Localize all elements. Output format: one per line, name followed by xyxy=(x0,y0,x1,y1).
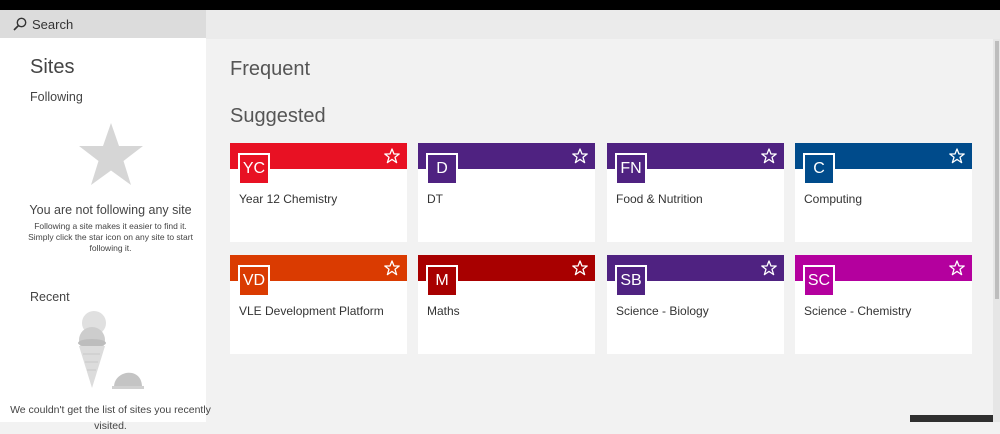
site-name[interactable]: Food & Nutrition xyxy=(616,192,703,206)
suggested-heading: Suggested xyxy=(230,105,326,127)
site-initials-badge: VD xyxy=(238,265,270,297)
recent-message: We couldn't get the list of sites you re… xyxy=(10,404,211,432)
site-tile[interactable]: C Computing xyxy=(795,143,972,242)
top-strip xyxy=(206,10,1000,39)
star-icon xyxy=(79,123,143,185)
site-tile[interactable]: M Maths xyxy=(418,255,595,354)
star-outline-icon[interactable] xyxy=(384,148,400,164)
following-empty-text: Following a site makes it easier to find… xyxy=(28,221,193,253)
sidebar: Sites Following You are not following an… xyxy=(0,38,211,432)
star-outline-icon[interactable] xyxy=(572,148,588,164)
star-outline-icon[interactable] xyxy=(949,260,965,276)
site-name[interactable]: VLE Development Platform xyxy=(239,304,384,318)
scrollbar-thumb[interactable] xyxy=(995,41,999,299)
recent-label: Recent xyxy=(30,290,70,304)
site-name[interactable]: Maths xyxy=(427,304,460,318)
site-initials-badge: C xyxy=(803,153,835,185)
site-tile[interactable]: FN Food & Nutrition xyxy=(607,143,784,242)
following-empty-title: You are not following any site xyxy=(29,203,192,217)
site-initials-badge: FN xyxy=(615,153,647,185)
site-name[interactable]: Year 12 Chemistry xyxy=(239,192,337,206)
site-name[interactable]: Science - Chemistry xyxy=(804,304,911,318)
search-label: Search xyxy=(32,16,74,32)
star-outline-icon[interactable] xyxy=(761,260,777,276)
site-tile[interactable]: VD VLE Development Platform xyxy=(230,255,407,354)
site-tile[interactable]: D DT xyxy=(418,143,595,242)
top-black-bar xyxy=(0,0,1000,10)
following-label: Following xyxy=(30,90,83,104)
star-outline-icon[interactable] xyxy=(384,260,400,276)
site-tile[interactable]: SC Science - Chemistry xyxy=(795,255,972,354)
site-initials-badge: D xyxy=(426,153,458,185)
frequent-heading: Frequent xyxy=(230,58,311,80)
site-name[interactable]: Science - Biology xyxy=(616,304,709,318)
site-initials-badge: SB xyxy=(615,265,647,297)
site-initials-badge: SC xyxy=(803,265,835,297)
site-name[interactable]: DT xyxy=(427,192,443,206)
site-initials-badge: M xyxy=(426,265,458,297)
search-box[interactable]: Search xyxy=(0,10,206,38)
site-tile[interactable]: SB Science - Biology xyxy=(607,255,784,354)
search-icon xyxy=(13,17,27,31)
sites-title: Sites xyxy=(30,56,75,78)
corner-bar xyxy=(910,415,993,422)
star-outline-icon[interactable] xyxy=(949,148,965,164)
ice-cream-icon xyxy=(78,311,144,389)
star-outline-icon[interactable] xyxy=(572,260,588,276)
site-name[interactable]: Computing xyxy=(804,192,862,206)
site-initials-badge: YC xyxy=(238,153,270,185)
star-outline-icon[interactable] xyxy=(761,148,777,164)
site-tile[interactable]: YC Year 12 Chemistry xyxy=(230,143,407,242)
